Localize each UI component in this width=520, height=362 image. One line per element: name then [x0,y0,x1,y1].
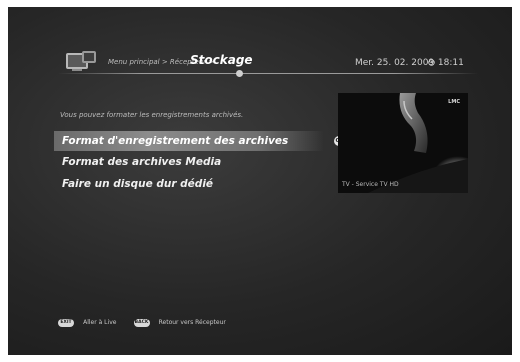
channel-logo: LMC [448,99,460,105]
back-key-label: Retour vers Récepteur [158,319,226,326]
exit-key-icon: EXIT [58,318,74,327]
date-display: Mer. 25. 02. 2009 [355,58,435,68]
receiver-icon [66,51,96,71]
footer-hints: EXIT Aller à Live BACK Retour vers Récep… [58,312,238,327]
description-text: Vous pouvez formater les enregistrements… [60,111,244,119]
tv-screen: Menu principal > Récepteur > Stockage Me… [8,7,512,355]
header-divider-dot [236,70,243,77]
menu-item-label: Format d'enregistrement des archives [62,135,289,147]
preview-caption: TV - Service TV HD [342,181,399,188]
clock-icon [428,58,435,66]
back-key-icon: BACK [133,318,150,327]
preview-video-frame [338,93,468,193]
page-title: Stockage [190,53,253,67]
menu-item-format-media-archives[interactable]: Format des archives Media [54,152,324,172]
header: Menu principal > Récepteur > Stockage Me… [8,7,512,79]
exit-key-label: Aller à Live [83,319,117,326]
tv-preview: LMC TV - Service TV HD [338,93,468,193]
header-divider [58,73,478,74]
menu-item-dedicated-hard-disk[interactable]: Faire un disque dur dédié [54,174,324,194]
menu-item-label: Format des archives Media [62,156,222,168]
menu-item-label: Faire un disque dur dédié [62,178,214,190]
time-display: 18:11 [428,58,464,68]
menu-item-format-archive-recordings[interactable]: Format d'enregistrement des archives OK [54,131,346,151]
time-value: 18:11 [437,58,464,68]
